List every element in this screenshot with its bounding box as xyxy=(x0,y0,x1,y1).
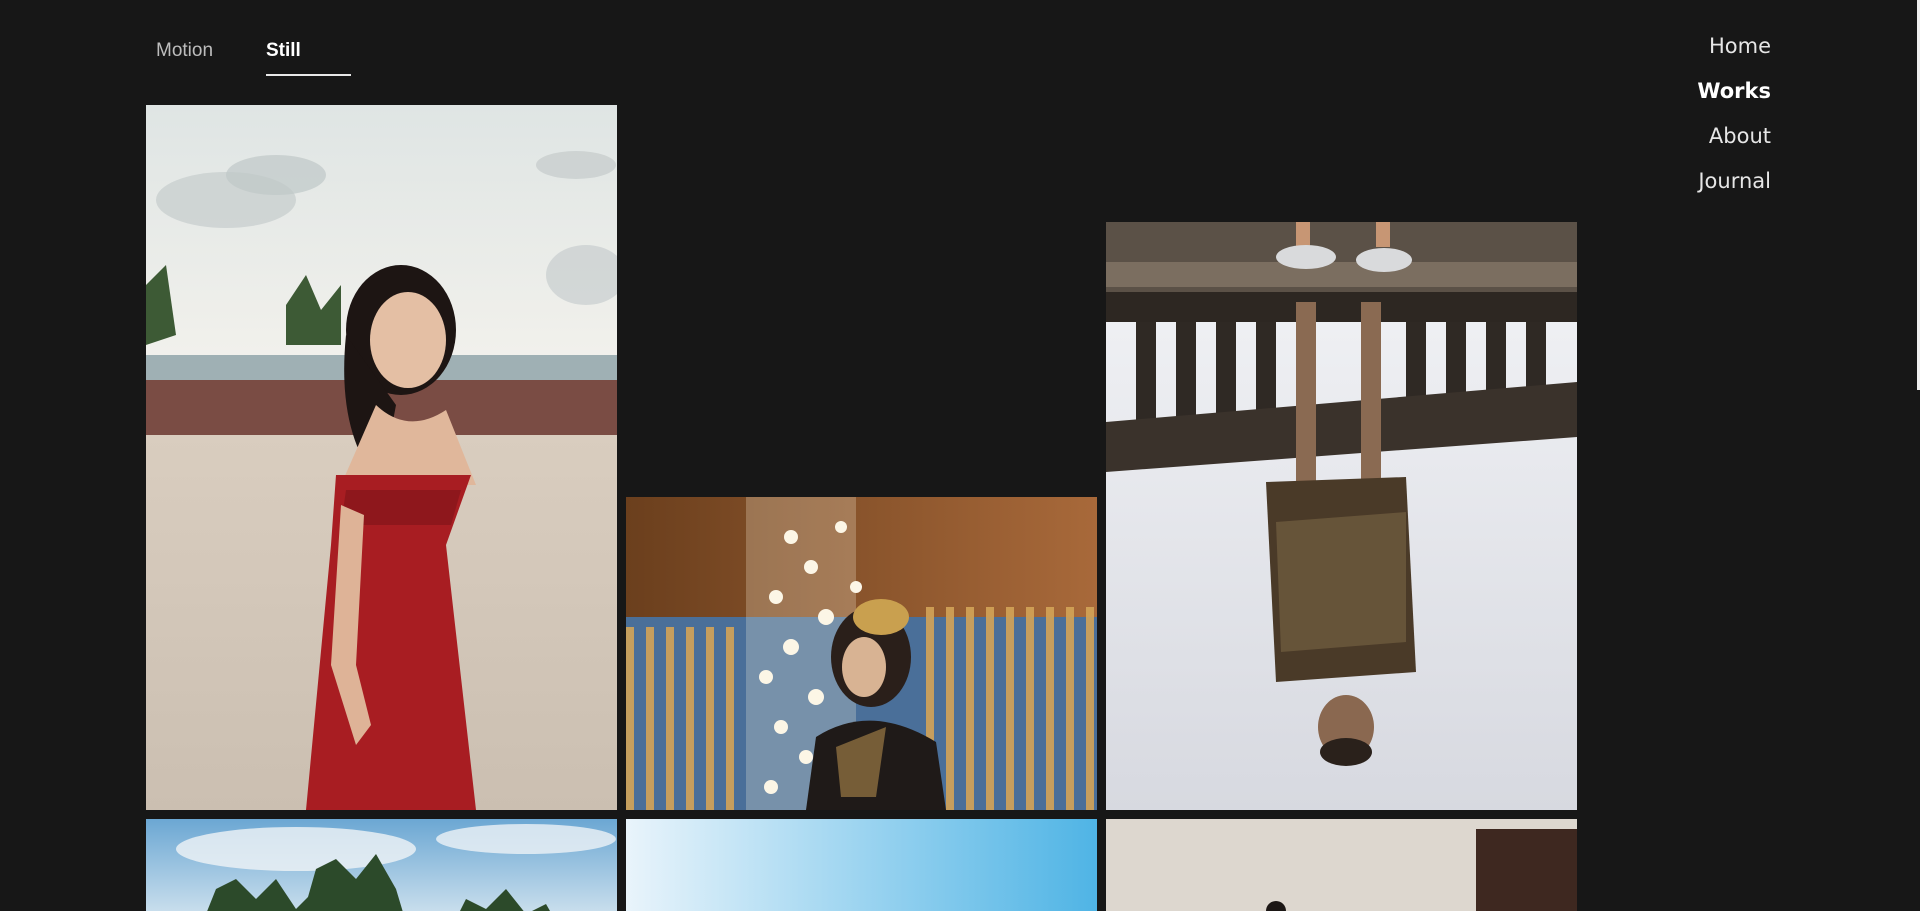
photo-two-people-image xyxy=(1106,819,1577,911)
nav-home[interactable]: Home xyxy=(1697,33,1771,78)
gallery-photo-palm-trees[interactable] xyxy=(146,819,617,911)
photo-red-dress-image xyxy=(146,105,617,810)
photo-chandelier-image xyxy=(626,497,1097,810)
gallery-photo-puddle-reflection[interactable] xyxy=(1106,222,1577,810)
tab-still[interactable]: Still xyxy=(266,40,301,62)
gallery-photo-blue-sky[interactable] xyxy=(626,819,1097,911)
photo-blue-sky-image xyxy=(626,819,1097,911)
photo-puddle-reflection-image xyxy=(1106,222,1577,810)
gallery-photo-two-people[interactable] xyxy=(1106,819,1577,911)
active-tab-underline xyxy=(266,74,351,76)
nav-journal[interactable]: Journal xyxy=(1697,168,1771,213)
gallery-photo-chandelier[interactable] xyxy=(626,497,1097,810)
tab-motion[interactable]: Motion xyxy=(156,40,213,62)
photo-palm-trees-image xyxy=(146,819,617,911)
nav-works[interactable]: Works xyxy=(1697,78,1771,123)
page: Motion Still Home Works About Journal xyxy=(0,0,1920,911)
nav-about[interactable]: About xyxy=(1697,123,1771,168)
gallery-photo-red-dress[interactable] xyxy=(146,105,617,810)
main-nav: Home Works About Journal xyxy=(1697,33,1771,213)
